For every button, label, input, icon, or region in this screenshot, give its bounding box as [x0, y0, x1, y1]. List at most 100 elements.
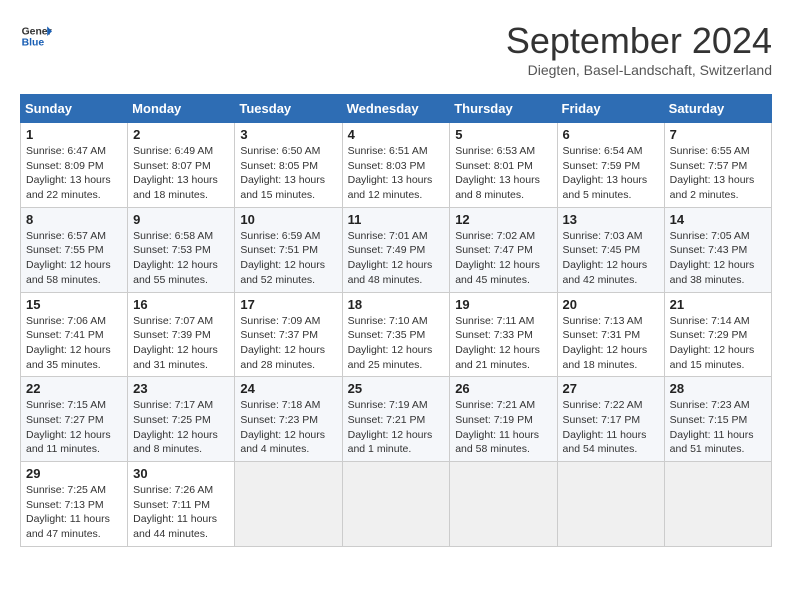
month-title: September 2024: [506, 20, 772, 62]
day-number: 9: [133, 212, 229, 227]
calendar-cell: [557, 462, 664, 547]
calendar-cell: 22 Sunrise: 7:15 AMSunset: 7:27 PMDayligh…: [21, 377, 128, 462]
calendar-cell: 1 Sunrise: 6:47 AMSunset: 8:09 PMDaylight…: [21, 123, 128, 208]
calendar-cell: 7 Sunrise: 6:55 AMSunset: 7:57 PMDaylight…: [664, 123, 771, 208]
calendar-cell: 29Sunrise: 7:25 AMSunset: 7:13 PMDayligh…: [21, 462, 128, 547]
calendar-cell: 21Sunrise: 7:14 AMSunset: 7:29 PMDayligh…: [664, 292, 771, 377]
calendar-week-row: 22 Sunrise: 7:15 AMSunset: 7:27 PMDayligh…: [21, 377, 772, 462]
calendar-cell: 30Sunrise: 7:26 AMSunset: 7:11 PMDayligh…: [128, 462, 235, 547]
calendar-week-row: 29Sunrise: 7:25 AMSunset: 7:13 PMDayligh…: [21, 462, 772, 547]
day-number: 19: [455, 297, 551, 312]
day-number: 10: [240, 212, 336, 227]
day-info: Sunrise: 7:13 AMSunset: 7:31 PMDaylight:…: [563, 314, 659, 373]
calendar-cell: 11 Sunrise: 7:01 AMSunset: 7:49 PMDayligh…: [342, 207, 450, 292]
day-number: 20: [563, 297, 659, 312]
day-info: Sunrise: 6:59 AMSunset: 7:51 PMDaylight:…: [240, 229, 336, 288]
weekday-header: Wednesday: [342, 95, 450, 123]
svg-text:Blue: Blue: [22, 38, 45, 49]
day-info: Sunrise: 7:02 AMSunset: 7:47 PMDaylight:…: [455, 229, 551, 288]
day-number: 2: [133, 127, 229, 142]
day-info: Sunrise: 7:10 AMSunset: 7:35 PMDaylight:…: [348, 314, 445, 373]
weekday-header: Tuesday: [235, 95, 342, 123]
day-info: Sunrise: 6:58 AMSunset: 7:53 PMDaylight:…: [133, 229, 229, 288]
day-info: Sunrise: 7:03 AMSunset: 7:45 PMDaylight:…: [563, 229, 659, 288]
day-info: Sunrise: 7:01 AMSunset: 7:49 PMDaylight:…: [348, 229, 445, 288]
calendar-cell: 26Sunrise: 7:21 AMSunset: 7:19 PMDayligh…: [450, 377, 557, 462]
calendar-week-row: 8 Sunrise: 6:57 AMSunset: 7:55 PMDaylight…: [21, 207, 772, 292]
calendar-cell: 20 Sunrise: 7:13 AMSunset: 7:31 PMDayligh…: [557, 292, 664, 377]
calendar-cell: 10 Sunrise: 6:59 AMSunset: 7:51 PMDayligh…: [235, 207, 342, 292]
title-block: September 2024 Diegten, Basel-Landschaft…: [506, 20, 772, 78]
calendar-cell: 23Sunrise: 7:17 AMSunset: 7:25 PMDayligh…: [128, 377, 235, 462]
day-number: 25: [348, 381, 445, 396]
day-number: 3: [240, 127, 336, 142]
day-info: Sunrise: 7:22 AMSunset: 7:17 PMDaylight:…: [563, 398, 659, 457]
day-number: 22: [26, 381, 122, 396]
day-number: 14: [670, 212, 766, 227]
day-info: Sunrise: 7:19 AMSunset: 7:21 PMDaylight:…: [348, 398, 445, 457]
day-number: 24: [240, 381, 336, 396]
calendar-cell: 28Sunrise: 7:23 AMSunset: 7:15 PMDayligh…: [664, 377, 771, 462]
weekday-header: Sunday: [21, 95, 128, 123]
calendar-cell: 24Sunrise: 7:18 AMSunset: 7:23 PMDayligh…: [235, 377, 342, 462]
day-info: Sunrise: 7:21 AMSunset: 7:19 PMDaylight:…: [455, 398, 551, 457]
day-number: 15: [26, 297, 122, 312]
calendar-cell: 27 Sunrise: 7:22 AMSunset: 7:17 PMDayligh…: [557, 377, 664, 462]
day-info: Sunrise: 7:11 AMSunset: 7:33 PMDaylight:…: [455, 314, 551, 373]
day-number: 11: [348, 212, 445, 227]
day-info: Sunrise: 7:25 AMSunset: 7:13 PMDaylight:…: [26, 483, 122, 542]
day-info: Sunrise: 6:54 AMSunset: 7:59 PMDaylight:…: [563, 144, 659, 203]
day-info: Sunrise: 7:15 AMSunset: 7:27 PMDaylight:…: [26, 398, 122, 457]
day-info: Sunrise: 6:47 AMSunset: 8:09 PMDaylight:…: [26, 144, 122, 203]
day-number: 1: [26, 127, 122, 142]
day-number: 16: [133, 297, 229, 312]
calendar-cell: 5 Sunrise: 6:53 AMSunset: 8:01 PMDaylight…: [450, 123, 557, 208]
logo: General Blue: [20, 20, 52, 52]
day-info: Sunrise: 6:57 AMSunset: 7:55 PMDaylight:…: [26, 229, 122, 288]
calendar-cell: 13Sunrise: 7:03 AMSunset: 7:45 PMDayligh…: [557, 207, 664, 292]
calendar-cell: 9 Sunrise: 6:58 AMSunset: 7:53 PMDaylight…: [128, 207, 235, 292]
day-number: 6: [563, 127, 659, 142]
day-info: Sunrise: 6:51 AMSunset: 8:03 PMDaylight:…: [348, 144, 445, 203]
day-number: 4: [348, 127, 445, 142]
day-info: Sunrise: 6:50 AMSunset: 8:05 PMDaylight:…: [240, 144, 336, 203]
calendar-cell: 4 Sunrise: 6:51 AMSunset: 8:03 PMDaylight…: [342, 123, 450, 208]
calendar-table: SundayMondayTuesdayWednesdayThursdayFrid…: [20, 94, 772, 547]
weekday-header: Thursday: [450, 95, 557, 123]
day-number: 17: [240, 297, 336, 312]
day-number: 7: [670, 127, 766, 142]
calendar-week-row: 15 Sunrise: 7:06 AMSunset: 7:41 PMDayligh…: [21, 292, 772, 377]
calendar-cell: 15 Sunrise: 7:06 AMSunset: 7:41 PMDayligh…: [21, 292, 128, 377]
page-header: General Blue September 2024 Diegten, Bas…: [20, 20, 772, 78]
location: Diegten, Basel-Landschaft, Switzerland: [506, 62, 772, 78]
weekday-header: Friday: [557, 95, 664, 123]
day-info: Sunrise: 7:26 AMSunset: 7:11 PMDaylight:…: [133, 483, 229, 542]
day-number: 27: [563, 381, 659, 396]
calendar-cell: 18 Sunrise: 7:10 AMSunset: 7:35 PMDayligh…: [342, 292, 450, 377]
calendar-cell: 14Sunrise: 7:05 AMSunset: 7:43 PMDayligh…: [664, 207, 771, 292]
calendar-cell: [450, 462, 557, 547]
day-number: 18: [348, 297, 445, 312]
calendar-cell: 19 Sunrise: 7:11 AMSunset: 7:33 PMDayligh…: [450, 292, 557, 377]
calendar-cell: 3 Sunrise: 6:50 AMSunset: 8:05 PMDaylight…: [235, 123, 342, 208]
day-info: Sunrise: 6:53 AMSunset: 8:01 PMDaylight:…: [455, 144, 551, 203]
calendar-cell: 12Sunrise: 7:02 AMSunset: 7:47 PMDayligh…: [450, 207, 557, 292]
calendar-cell: [235, 462, 342, 547]
day-info: Sunrise: 7:17 AMSunset: 7:25 PMDaylight:…: [133, 398, 229, 457]
day-info: Sunrise: 7:06 AMSunset: 7:41 PMDaylight:…: [26, 314, 122, 373]
day-number: 5: [455, 127, 551, 142]
weekday-header: Monday: [128, 95, 235, 123]
calendar-cell: 6 Sunrise: 6:54 AMSunset: 7:59 PMDaylight…: [557, 123, 664, 208]
calendar-cell: 25 Sunrise: 7:19 AMSunset: 7:21 PMDayligh…: [342, 377, 450, 462]
day-number: 28: [670, 381, 766, 396]
calendar-cell: 8 Sunrise: 6:57 AMSunset: 7:55 PMDaylight…: [21, 207, 128, 292]
day-info: Sunrise: 7:09 AMSunset: 7:37 PMDaylight:…: [240, 314, 336, 373]
day-number: 21: [670, 297, 766, 312]
calendar-cell: [664, 462, 771, 547]
calendar-cell: 2 Sunrise: 6:49 AMSunset: 8:07 PMDaylight…: [128, 123, 235, 208]
day-number: 8: [26, 212, 122, 227]
day-info: Sunrise: 6:49 AMSunset: 8:07 PMDaylight:…: [133, 144, 229, 203]
day-info: Sunrise: 6:55 AMSunset: 7:57 PMDaylight:…: [670, 144, 766, 203]
calendar-cell: [342, 462, 450, 547]
logo-icon: General Blue: [20, 20, 52, 52]
